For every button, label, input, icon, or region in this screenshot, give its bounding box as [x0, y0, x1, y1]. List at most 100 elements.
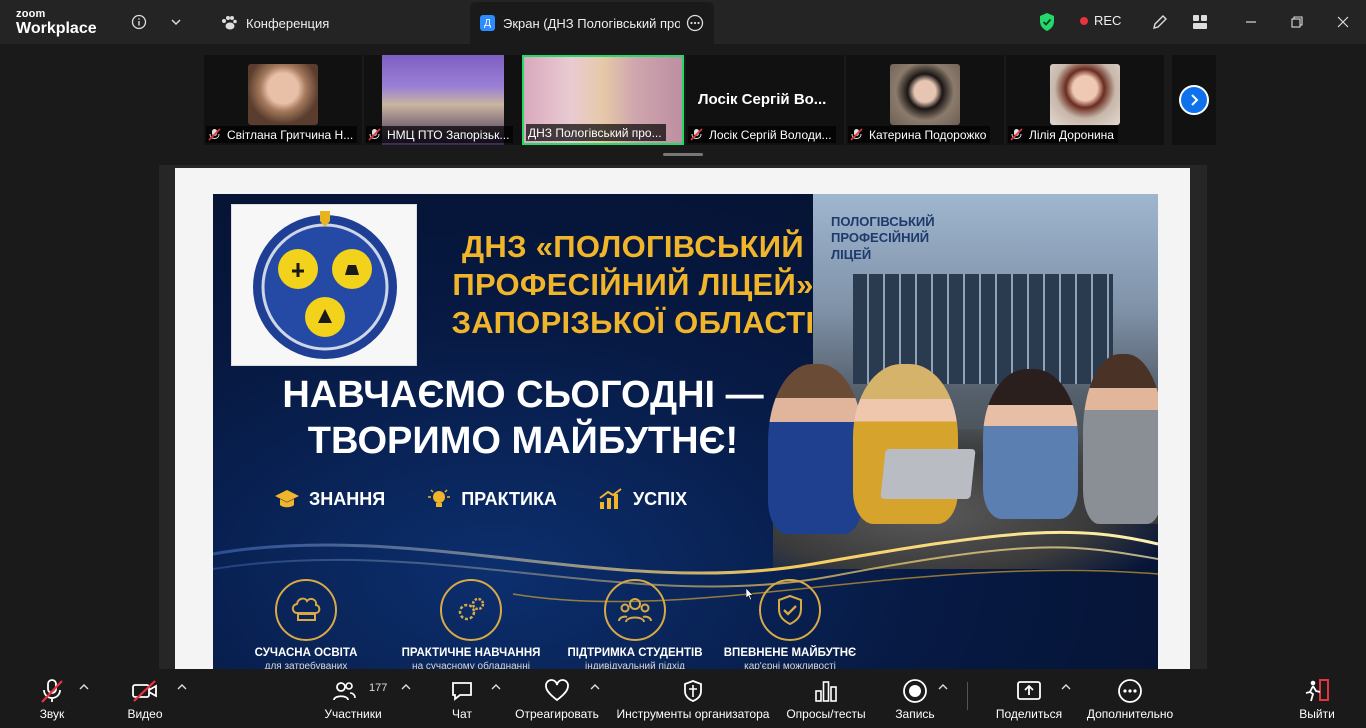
feature-practice: ПРАКТИКА	[425, 487, 557, 511]
video-label: Видео	[127, 707, 163, 721]
audio-button[interactable]: Звук	[32, 669, 72, 728]
share-label: Поделиться	[995, 707, 1063, 721]
participant-name: Катерина Подорожко	[869, 127, 987, 142]
slide-title-line: ЗАПОРІЗЬКОЇ ОБЛАСТІ	[451, 305, 815, 341]
student-figure	[983, 369, 1078, 519]
chat-button[interactable]: Чат	[442, 669, 482, 728]
paw-icon	[222, 16, 237, 30]
growth-chart-icon	[599, 488, 622, 509]
tab-screen-share[interactable]: Д Экран (ДНЗ Пологівський проф	[470, 2, 714, 44]
chevron-down-icon[interactable]	[164, 10, 188, 34]
participant-tile[interactable]: Світлана Гритчина Н...	[204, 55, 362, 145]
rec-label: REC	[1094, 13, 1122, 28]
record-button[interactable]: Запись	[893, 669, 937, 728]
benefit-card: ПРАКТИЧНЕ НАВЧАННЯ на сучасному обладнан…	[385, 579, 557, 669]
shield-icon	[684, 680, 702, 702]
toolbar-divider	[967, 682, 968, 710]
participant-name: НМЦ ПТО Запорізьк...	[387, 127, 510, 142]
gallery-view-icon[interactable]	[1188, 10, 1212, 34]
feature-knowledge: ЗНАННЯ	[273, 487, 385, 511]
participant-name: ДНЗ Пологівський про...	[528, 125, 662, 140]
benefit-subtitle: кар'єрні можливості	[744, 661, 836, 669]
share-options-caret[interactable]	[1060, 681, 1072, 693]
participant-tile[interactable]: Лосік Сергій Во... Лосік Сергій Володи..…	[686, 55, 844, 145]
student-figure	[1083, 354, 1158, 524]
chat-label: Чат	[452, 707, 472, 721]
record-options-caret[interactable]	[937, 681, 949, 693]
participant-video	[890, 64, 960, 125]
shared-document: ПОЛОГІВСЬКИЙ ПРОФЕСІЙНИЙ ЛІЦЕЙ ДНЗ «ПОЛО…	[175, 168, 1190, 669]
next-page-button[interactable]	[1172, 55, 1216, 145]
benefit-subtitle: для затребуваних	[264, 661, 348, 669]
annotate-pencil-icon[interactable]	[1148, 10, 1172, 34]
zoom-logo: zoom Workplace	[16, 9, 97, 37]
student-figure	[853, 364, 958, 524]
mic-muted-icon	[850, 128, 863, 141]
participant-video	[1050, 64, 1120, 125]
tab-conference[interactable]: Конференция	[210, 2, 339, 44]
participants-count: 177	[369, 682, 388, 694]
tab-label: Конференция	[246, 15, 330, 31]
benefit-title: ПРАКТИЧНЕ НАВЧАННЯ	[401, 647, 541, 659]
record-label: Запись	[895, 707, 935, 721]
participant-big-name: Лосік Сергій Во...	[698, 91, 827, 108]
restore-icon[interactable]	[1285, 10, 1309, 34]
benefit-subtitle: на сучасному обладнанні	[412, 661, 530, 669]
feature-label: УСПІХ	[632, 488, 688, 509]
chat-bubble-icon	[452, 682, 472, 701]
shared-screen[interactable]: ПОЛОГІВСЬКИЙ ПРОФЕСІЙНИЙ ЛІЦЕЙ ДНЗ «ПОЛО…	[159, 165, 1207, 669]
participants-button[interactable]: Участники	[318, 669, 388, 728]
audio-label: Звук	[39, 707, 65, 721]
react-options-caret[interactable]	[589, 681, 601, 693]
video-button[interactable]: Видео	[125, 669, 165, 728]
participant-tile[interactable]: НМЦ ПТО Запорізьк...	[364, 55, 522, 145]
share-screen-icon	[1017, 681, 1041, 700]
participant-tile-active-speaker[interactable]: ДНЗ Пологівський про...	[522, 55, 684, 145]
polls-button[interactable]: Опросы/тесты	[783, 669, 869, 728]
video-options-caret[interactable]	[176, 681, 188, 693]
share-screen-button[interactable]: Поделиться	[995, 669, 1063, 728]
info-icon[interactable]	[127, 10, 151, 34]
graduation-cap-icon	[275, 490, 299, 508]
leave-button[interactable]: Выйти	[1297, 669, 1337, 728]
benefit-cards: СУЧАСНА ОСВІТА для затребуваних ПРАКТИЧН…	[213, 579, 1158, 669]
building-sign: ПОЛОГІВСЬКИЙ ПРОФЕСІЙНИЙ ЛІЦЕЙ	[831, 214, 935, 262]
chat-options-caret[interactable]	[490, 681, 502, 693]
benefit-title: ВПЕВНЕНЕ МАЙБУТНЄ	[723, 647, 857, 659]
gears-icon	[458, 597, 485, 621]
audio-options-caret[interactable]	[78, 681, 90, 693]
leave-door-icon	[1305, 679, 1329, 702]
mic-muted-icon	[368, 128, 381, 141]
participant-name: Світлана Гритчина Н...	[227, 127, 354, 142]
participants-options-caret[interactable]	[400, 681, 412, 693]
participant-name-tag: Катерина Подорожко	[848, 126, 991, 143]
participant-tile[interactable]: Катерина Подорожко	[846, 55, 1004, 145]
lyceum-logo	[231, 204, 417, 366]
mic-muted-icon	[41, 679, 63, 703]
slogan-line: НАВЧАЄМО СЬОГОДНІ —	[282, 374, 764, 416]
shield-check-icon[interactable]	[1035, 10, 1059, 34]
avatar: Д	[480, 15, 495, 31]
benefit-card: СУЧАСНА ОСВІТА для затребуваних	[231, 579, 381, 669]
more-options-icon[interactable]	[686, 14, 704, 32]
host-tools-button[interactable]: Инструменты организатора	[614, 669, 772, 728]
rec-dot	[1080, 16, 1088, 25]
mic-muted-icon	[208, 128, 221, 141]
zoom-meeting-window: { "app": {"brand_small": "zoom", "brand_…	[0, 0, 1366, 728]
more-button[interactable]: Дополнительно	[1084, 669, 1176, 728]
chef-hat-icon	[291, 597, 321, 621]
react-button[interactable]: Отреагировать	[515, 669, 599, 728]
participant-tile[interactable]: Лілія Доронина	[1006, 55, 1164, 145]
bar-chart-icon	[815, 681, 837, 702]
feature-label: ПРАКТИКА	[461, 488, 557, 509]
chevron-right-icon	[1191, 94, 1199, 106]
slogan-line: ТВОРИМО МАЙБУТНЄ!	[307, 420, 739, 463]
recording-indicator[interactable]: REC	[1080, 13, 1121, 28]
slide-title-line: ПРОФЕСІЙНИЙ ЛІЦЕЙ»	[452, 267, 814, 303]
title-bar: zoom Workplace Конференция Д Экран (ДНЗ …	[0, 0, 1366, 44]
strip-resize-handle[interactable]	[663, 153, 703, 156]
minimize-icon[interactable]	[1239, 10, 1263, 34]
feature-label: ЗНАННЯ	[309, 488, 386, 509]
meeting-toolbar: Звук Видео Участники 177 Чат Отреагирова…	[0, 669, 1366, 728]
close-icon[interactable]	[1331, 10, 1355, 34]
